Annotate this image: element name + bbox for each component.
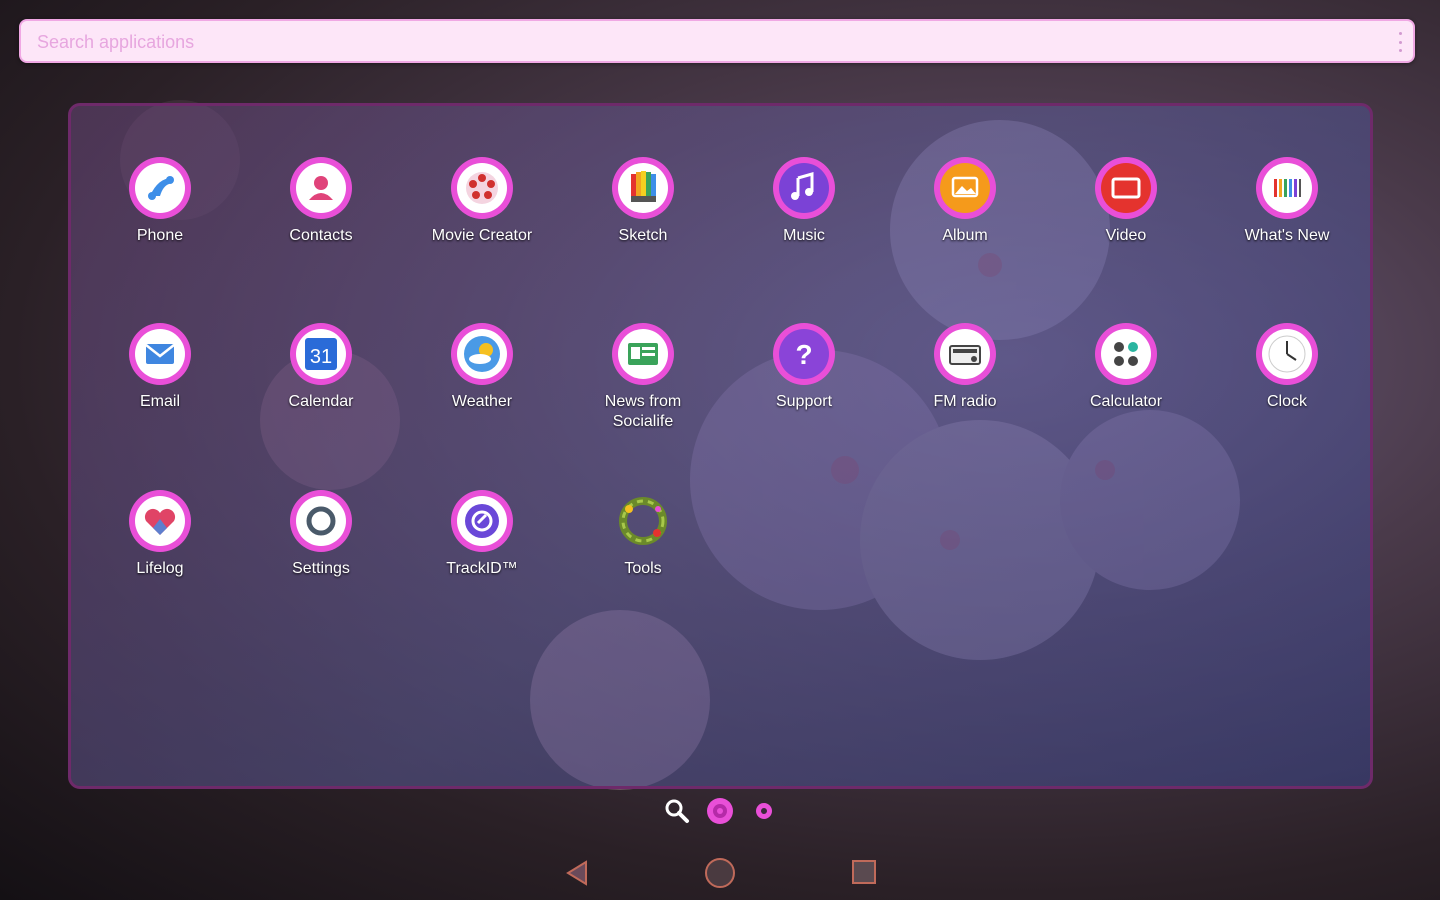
tools-folder-icon bbox=[619, 497, 667, 545]
music-icon bbox=[773, 157, 835, 219]
app-label: Support bbox=[775, 393, 833, 410]
search-icon[interactable] bbox=[664, 798, 690, 829]
support-icon: ? bbox=[773, 323, 835, 385]
app-support[interactable]: ? Support bbox=[724, 322, 884, 412]
app-contacts[interactable]: Contacts bbox=[241, 156, 401, 246]
home-button[interactable] bbox=[704, 857, 736, 894]
app-label: Email bbox=[139, 393, 180, 410]
app-album[interactable]: Album bbox=[885, 156, 1045, 246]
app-calculator[interactable]: Calculator bbox=[1046, 322, 1206, 412]
fm-radio-icon bbox=[934, 323, 996, 385]
menu-dot bbox=[1398, 49, 1402, 52]
app-label: Tools bbox=[624, 560, 662, 577]
app-label: Movie Creator bbox=[431, 227, 533, 244]
video-icon bbox=[1095, 157, 1157, 219]
app-label: Clock bbox=[1266, 393, 1307, 410]
contacts-icon bbox=[290, 157, 352, 219]
app-label: Music bbox=[783, 227, 825, 244]
app-label: Settings bbox=[292, 560, 350, 577]
movie-creator-icon bbox=[451, 157, 513, 219]
app-label: FM radio bbox=[933, 393, 997, 410]
app-weather[interactable]: Weather bbox=[402, 322, 562, 412]
svg-text:?: ? bbox=[795, 339, 812, 370]
back-button[interactable] bbox=[562, 858, 592, 893]
calendar-day: 31 bbox=[310, 346, 332, 368]
flower-icon[interactable] bbox=[706, 797, 734, 830]
app-label: Calendar bbox=[288, 393, 354, 410]
search-input[interactable] bbox=[35, 21, 1379, 63]
app-email[interactable]: Email bbox=[80, 322, 240, 412]
calendar-icon: 31 bbox=[290, 323, 352, 385]
app-label: Phone bbox=[136, 227, 184, 244]
app-settings[interactable]: Settings bbox=[241, 489, 401, 579]
recents-button[interactable] bbox=[851, 859, 877, 890]
app-label: Weather bbox=[451, 393, 513, 410]
app-music[interactable]: Music bbox=[724, 156, 884, 246]
app-label: What's New bbox=[1244, 227, 1330, 244]
menu-dot bbox=[1398, 40, 1402, 44]
app-label: Lifelog bbox=[136, 560, 184, 577]
menu-dot bbox=[1398, 32, 1402, 35]
app-label: Video bbox=[1105, 227, 1147, 244]
app-label: Calculator bbox=[1089, 393, 1163, 410]
app-label: Album bbox=[942, 227, 988, 244]
search-bar[interactable] bbox=[19, 19, 1415, 63]
small-flower-icon[interactable] bbox=[755, 802, 773, 825]
app-label: Sketch bbox=[618, 227, 668, 244]
app-movie-creator[interactable]: Movie Creator bbox=[402, 156, 562, 246]
app-fm-radio[interactable]: FM radio bbox=[885, 322, 1045, 412]
sketch-icon bbox=[612, 157, 674, 219]
app-phone[interactable]: Phone bbox=[80, 156, 240, 246]
app-lifelog[interactable]: Lifelog bbox=[80, 489, 240, 579]
whats-new-icon bbox=[1256, 157, 1318, 219]
app-news-from-socialife[interactable]: News from Socialife bbox=[563, 322, 723, 432]
app-tools-folder[interactable]: Tools bbox=[563, 489, 723, 579]
app-label: Contacts bbox=[289, 227, 353, 244]
app-calendar[interactable]: 31 Calendar bbox=[241, 322, 401, 412]
weather-icon bbox=[451, 323, 513, 385]
app-clock[interactable]: Clock bbox=[1207, 322, 1367, 412]
app-sketch[interactable]: Sketch bbox=[563, 156, 723, 246]
news-icon bbox=[612, 323, 674, 385]
app-whats-new[interactable]: What's New bbox=[1207, 156, 1367, 246]
app-label: News from Socialife bbox=[604, 393, 682, 430]
settings-icon bbox=[290, 490, 352, 552]
clock-icon bbox=[1256, 323, 1318, 385]
phone-icon bbox=[129, 157, 191, 219]
email-icon bbox=[129, 323, 191, 385]
app-trackid[interactable]: TrackID™ bbox=[402, 489, 562, 579]
calculator-icon bbox=[1095, 323, 1157, 385]
app-label: TrackID™ bbox=[446, 560, 518, 577]
album-icon bbox=[934, 157, 996, 219]
lifelog-icon bbox=[129, 490, 191, 552]
trackid-icon bbox=[451, 490, 513, 552]
app-drawer-panel: Phone Contacts Movie Creator Sketch Musi… bbox=[68, 103, 1373, 789]
app-video[interactable]: Video bbox=[1046, 156, 1206, 246]
overflow-menu-icon[interactable] bbox=[1397, 32, 1403, 52]
